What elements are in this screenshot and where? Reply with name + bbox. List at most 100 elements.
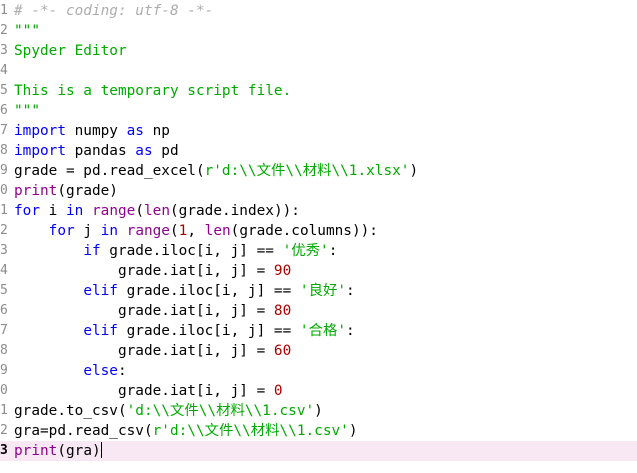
code-token: grade.iloc[i, j] ==	[117, 283, 300, 299]
code-line[interactable]: 3 Spyder Editor	[0, 41, 637, 61]
code-token: grade.iloc[i, j] ==	[100, 243, 283, 259]
code-text[interactable]: for j in range(1, len(grade.columns)):	[14, 221, 378, 241]
code-text[interactable]: grade.iat[i, j] = 90	[14, 261, 291, 281]
code-token: if	[83, 243, 101, 259]
code-text[interactable]: grade.iat[i, j] = 60	[14, 341, 291, 361]
code-text[interactable]: """	[14, 21, 40, 41]
code-text[interactable]: elif grade.iloc[i, j] == '良好':	[14, 281, 355, 301]
code-token: as	[126, 123, 144, 139]
code-text[interactable]: print(grade)	[14, 181, 118, 201]
code-token: 0	[273, 383, 283, 399]
code-token: 80	[273, 303, 292, 319]
code-token: 60	[273, 343, 292, 359]
code-line[interactable]: 7 elif grade.iloc[i, j] == '合格':	[0, 321, 637, 341]
line-number: 6	[0, 103, 8, 118]
code-editor[interactable]: 1 # -*- coding: utf-8 -*- 2 """ 3 Spyder Edit…	[0, 0, 637, 473]
code-text[interactable]: grade = pd.read_excel(r'd:\\文件\\材料\\1.xl…	[14, 161, 418, 181]
code-text[interactable]: import pandas as pd	[14, 141, 179, 161]
code-line[interactable]: 6 """	[0, 101, 637, 121]
code-line[interactable]: 2 """	[0, 21, 637, 41]
code-token: in	[100, 223, 118, 239]
code-token: grade.to_csv(	[14, 403, 127, 419]
code-text[interactable]: for i in range(len(grade.index)):	[14, 201, 300, 221]
line-number: 7	[0, 123, 8, 138]
line-number: 3	[0, 43, 8, 58]
code-token: '合格'	[299, 323, 347, 339]
code-token: np	[143, 123, 170, 139]
code-token: (gra)	[57, 443, 101, 459]
code-token: pandas	[65, 143, 136, 159]
code-line[interactable]: 1 grade.to_csv('d:\\文件\\材料\\1.csv')	[0, 401, 637, 421]
code-text[interactable]: """	[14, 101, 40, 121]
code-line[interactable]: 2 for j in range(1, len(grade.columns)):	[0, 221, 637, 241]
code-text[interactable]: # -*- coding: utf-8 -*-	[14, 1, 213, 21]
code-text[interactable]: gra=pd.read_csv(r'd:\\文件\\材料\\1.csv')	[14, 421, 357, 441]
code-token: :	[346, 283, 355, 299]
code-token: import	[14, 143, 66, 159]
code-token: as	[135, 143, 153, 159]
code-line[interactable]: 2 gra=pd.read_csv(r'd:\\文件\\材料\\1.csv')	[0, 421, 637, 441]
line-number: 1	[0, 203, 8, 218]
code-token: in	[66, 203, 84, 219]
code-line[interactable]: 8 grade.iat[i, j] = 60	[0, 341, 637, 361]
code-line[interactable]: 5 This is a temporary script file.	[0, 81, 637, 101]
code-line[interactable]: 0 print(grade)	[0, 181, 637, 201]
code-line[interactable]: 3 print(gra)	[0, 441, 637, 461]
code-line[interactable]: 5 elif grade.iloc[i, j] == '良好':	[0, 281, 637, 301]
code-token: )	[348, 423, 358, 439]
code-token: len	[204, 223, 231, 239]
code-text[interactable]: grade.iat[i, j] = 0	[14, 381, 283, 401]
line-number: 3	[0, 243, 8, 258]
line-number: 1	[0, 403, 8, 418]
code-token: '优秀'	[282, 243, 329, 259]
code-token: grade = pd.read_excel(	[14, 163, 205, 179]
code-token: grade.iat[i, j] =	[14, 343, 274, 359]
code-line[interactable]: 4 grade.iat[i, j] = 90	[0, 261, 637, 281]
code-token: elif	[83, 323, 118, 339]
code-token: grade.iat[i, j] =	[14, 303, 274, 319]
code-line[interactable]: 8 import pandas as pd	[0, 141, 637, 161]
code-token: numpy	[65, 123, 127, 139]
code-token: This is a temporary script file.	[14, 83, 292, 99]
code-text[interactable]: This is a temporary script file.	[14, 81, 291, 101]
code-token: '良好'	[299, 283, 347, 299]
code-line[interactable]: 4	[0, 61, 637, 81]
code-line[interactable]: 1 for i in range(len(grade.index)):	[0, 201, 637, 221]
code-line[interactable]: 1 # -*- coding: utf-8 -*-	[0, 1, 637, 21]
code-token: )	[409, 163, 419, 179]
code-line[interactable]: 7 import numpy as np	[0, 121, 637, 141]
code-line[interactable]: 6 grade.iat[i, j] = 80	[0, 301, 637, 321]
code-token: import	[14, 123, 66, 139]
line-number: 5	[0, 283, 8, 298]
code-token: r'd:\\文件\\材料\\1.xlsx'	[204, 163, 410, 179]
line-number: 2	[0, 23, 8, 38]
code-text[interactable]: if grade.iloc[i, j] == '优秀':	[14, 241, 337, 261]
code-token: (grade.columns)):	[230, 223, 378, 239]
code-token: for	[14, 203, 40, 219]
code-token: len	[144, 203, 170, 219]
code-text[interactable]: Spyder Editor	[14, 41, 127, 61]
code-line[interactable]: 9 grade = pd.read_excel(r'd:\\文件\\材料\\1.x…	[0, 161, 637, 181]
code-token: (grade.index)):	[170, 203, 300, 219]
code-text[interactable]: grade.iat[i, j] = 80	[14, 301, 291, 321]
code-line[interactable]: 9 else:	[0, 361, 637, 381]
code-text[interactable]: print(gra)	[14, 441, 102, 461]
code-text[interactable]: import numpy as np	[14, 121, 170, 141]
code-token: 90	[273, 263, 292, 279]
code-text[interactable]: else:	[14, 361, 126, 381]
line-number: 9	[0, 363, 8, 378]
line-number: 1	[0, 3, 8, 18]
code-text[interactable]: elif grade.iloc[i, j] == '合格':	[14, 321, 354, 341]
code-line[interactable]: 3 if grade.iloc[i, j] == '优秀':	[0, 241, 637, 261]
code-token: ,	[187, 223, 205, 239]
code-token: (	[135, 203, 144, 219]
code-line[interactable]: 0 grade.iat[i, j] = 0	[0, 381, 637, 401]
line-number: 5	[0, 83, 8, 98]
code-token: print	[14, 443, 58, 459]
code-token: pd	[152, 143, 179, 159]
code-text[interactable]: grade.to_csv('d:\\文件\\材料\\1.csv')	[14, 401, 323, 421]
